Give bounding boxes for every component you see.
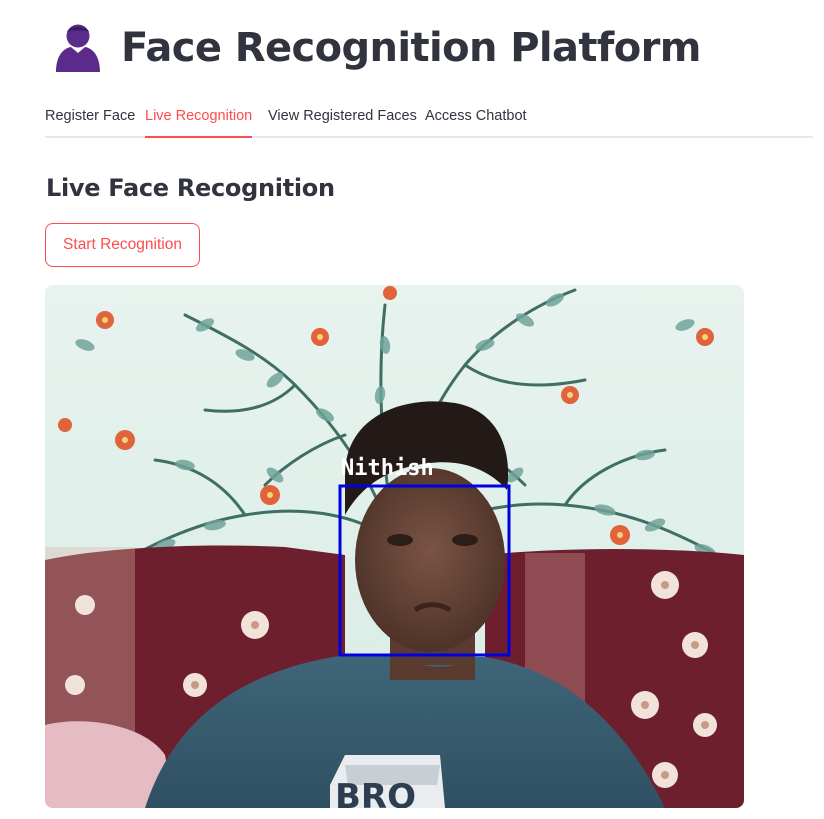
tab-register-face[interactable]: Register Face (45, 100, 135, 136)
camera-frame-image: BRO Nithish (45, 285, 744, 808)
page-title: Face Recognition Platform (121, 25, 701, 71)
tab-live-recognition[interactable]: Live Recognition (145, 100, 253, 138)
shirt-print-text: BRO (335, 777, 416, 808)
detection-name-label: Nithish (341, 456, 434, 481)
user-silhouette-icon (56, 24, 100, 72)
tab-view-registered-faces[interactable]: View Registered Faces (268, 100, 417, 136)
start-recognition-button[interactable]: Start Recognition (45, 223, 200, 267)
section-title: Live Face Recognition (46, 174, 335, 202)
camera-feed: BRO Nithish (45, 285, 744, 808)
tab-access-chatbot[interactable]: Access Chatbot (425, 100, 527, 136)
app-page: Face Recognition Platform Register Face … (0, 0, 824, 819)
page-header: Face Recognition Platform (53, 20, 701, 76)
tab-bar: Register Face Live Recognition View Regi… (45, 100, 813, 138)
